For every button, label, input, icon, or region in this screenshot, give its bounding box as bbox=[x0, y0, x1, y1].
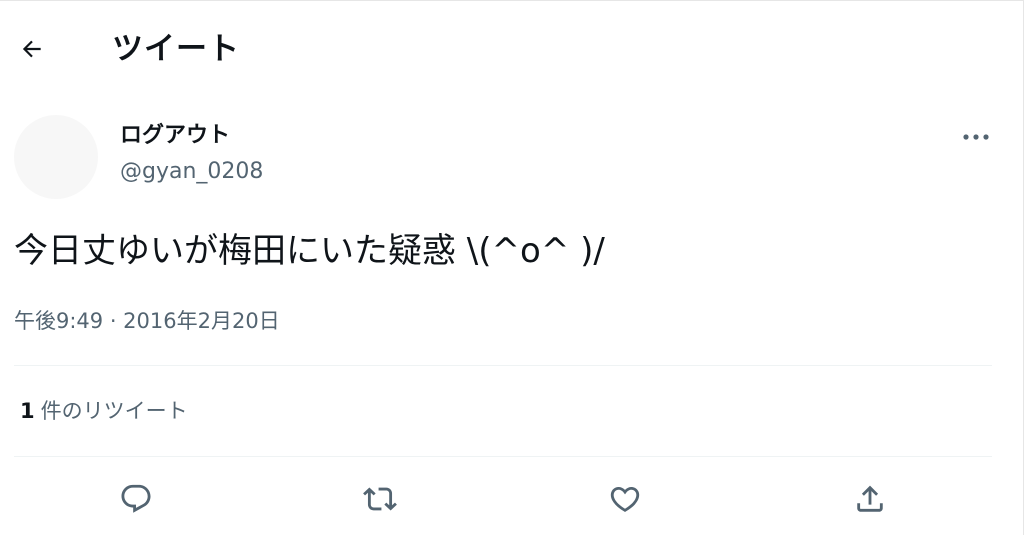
heart-icon bbox=[608, 482, 642, 516]
like-button[interactable] bbox=[603, 477, 647, 521]
divider bbox=[14, 365, 992, 366]
tweet-timestamp[interactable]: 午後9:49 · 2016年2月20日 bbox=[14, 305, 280, 337]
retweet-count: 1 bbox=[20, 399, 35, 423]
author-name[interactable]: ログアウト bbox=[120, 121, 230, 151]
more-horizontal-icon bbox=[962, 133, 990, 141]
arrow-left-icon bbox=[19, 36, 45, 62]
author-handle[interactable]: @gyan_0208 bbox=[120, 157, 263, 187]
share-icon bbox=[853, 482, 887, 516]
tweet-page: ツイート ログアウト @gyan_0208 今日丈ゆいが梅田にいた疑惑 \(^o… bbox=[0, 0, 1024, 535]
avatar[interactable] bbox=[14, 115, 98, 199]
share-button[interactable] bbox=[848, 477, 892, 521]
back-button[interactable] bbox=[12, 29, 52, 69]
tweet-text: 今日丈ゆいが梅田にいた疑惑 \(^o^ )/ bbox=[14, 231, 605, 271]
divider bbox=[14, 456, 992, 457]
header: ツイート bbox=[0, 1, 1023, 93]
more-button[interactable] bbox=[954, 121, 998, 153]
page-title: ツイート bbox=[112, 31, 240, 67]
retweet-stats[interactable]: 1 件のリツイート bbox=[20, 395, 188, 429]
reply-button[interactable] bbox=[114, 477, 158, 521]
reply-icon bbox=[119, 482, 153, 516]
retweet-button[interactable] bbox=[358, 477, 402, 521]
retweet-icon bbox=[363, 482, 397, 516]
retweet-label: 件のリツイート bbox=[40, 399, 188, 423]
